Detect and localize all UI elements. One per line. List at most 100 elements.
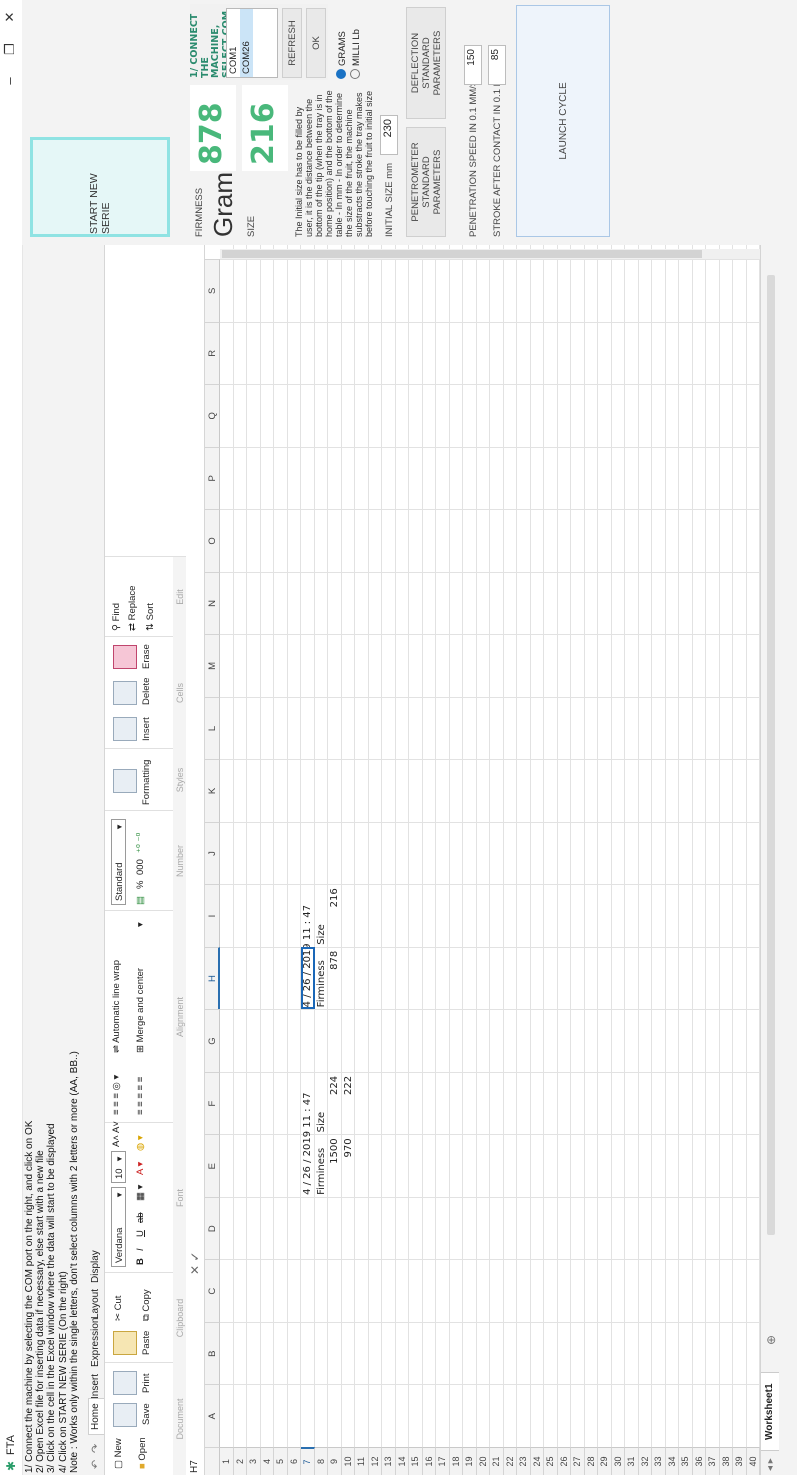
save-button[interactable]: Save [141, 1403, 152, 1425]
row-header[interactable]: 10 [341, 1447, 355, 1475]
merge-dropdown-icon[interactable]: ▾ [135, 922, 146, 927]
row-header[interactable]: 1 [220, 1447, 234, 1475]
cell-h8[interactable]: Firminess [315, 951, 329, 1007]
ok-button[interactable]: OK [306, 8, 326, 78]
column-header[interactable]: M [205, 634, 220, 697]
com-port-item[interactable]: COM1 [227, 9, 240, 77]
sheet-tab-worksheet1[interactable]: Worksheet1 [761, 1372, 779, 1451]
font-size-select[interactable]: 10 ▼ [111, 1151, 126, 1183]
currency-icon[interactable]: ▤ [135, 896, 146, 905]
deflection-button[interactable]: DEFLECTION STANDARD PARAMETERS [406, 7, 446, 119]
align-horizontal-icons[interactable]: ≡ ≡ ≡ ≡ ≡ [135, 1077, 146, 1115]
open-button[interactable]: ■ Open [137, 1437, 148, 1469]
print-button[interactable]: Print [141, 1373, 152, 1393]
cell-h9[interactable]: 878 [328, 951, 342, 1008]
row-header[interactable]: 17 [436, 1447, 450, 1475]
row-header[interactable]: 8 [314, 1447, 328, 1475]
row-header[interactable]: 12 [368, 1447, 382, 1475]
number-format-select[interactable]: Standard ▼ [111, 819, 126, 905]
sort-button[interactable]: ⇅ Sort [145, 603, 156, 631]
confirm-icon[interactable]: ✓ [188, 1252, 202, 1262]
cell-f10[interactable]: 222 [342, 1076, 356, 1133]
erase-button[interactable]: Erase [141, 644, 152, 669]
row-header[interactable]: 30 [611, 1447, 625, 1475]
row-header[interactable]: 37 [706, 1447, 720, 1475]
speed-input[interactable]: 150 [464, 45, 482, 85]
percent-button[interactable]: % [135, 881, 146, 889]
row-header[interactable]: 38 [719, 1447, 733, 1475]
bold-button[interactable]: B [135, 1258, 146, 1265]
row-header[interactable]: 2 [233, 1447, 247, 1475]
column-header[interactable]: G [205, 1009, 220, 1072]
cell-i8[interactable]: Size [315, 888, 329, 945]
delete-button[interactable]: Delete [141, 678, 152, 705]
column-header[interactable]: I [205, 884, 220, 947]
minimize-button[interactable]: – [2, 65, 20, 97]
tab-layout[interactable]: Layout [89, 1285, 102, 1323]
column-header[interactable]: R [205, 321, 220, 385]
cell-e9[interactable]: 1500 [328, 1138, 342, 1195]
cut-button[interactable]: ✂ Cut [113, 1296, 124, 1321]
cell-e10[interactable]: 970 [342, 1138, 356, 1195]
horizontal-scrollbar[interactable] [767, 275, 775, 1235]
refresh-button[interactable]: REFRESH [282, 8, 302, 78]
column-header[interactable]: C [205, 1259, 220, 1322]
row-header[interactable]: 7 [301, 1447, 315, 1475]
sheet-nav-icons[interactable]: ◂ ▸ [765, 1458, 776, 1471]
cell-e7[interactable]: 4 / 26 / 2019 11 : 47 [301, 1093, 315, 1195]
stroke-input[interactable]: 85 [488, 45, 506, 85]
column-header[interactable]: Q [205, 384, 220, 447]
merge-button[interactable]: ⊞ Merge and center [135, 968, 146, 1053]
align-top-icons[interactable]: ≡ ≡ ≡ ◎ ▾ [111, 1075, 122, 1115]
spreadsheet-grid[interactable]: A B C D E F G H I J K L M N O P Q R S 1 2 3 4 5 6 7 8 9 10 11 12 13 14 15… [205, 245, 760, 1475]
insert-button[interactable]: Insert [141, 717, 152, 741]
redo-icon[interactable]: ↷ [89, 1444, 102, 1453]
radio-grams[interactable]: GRAMS [336, 31, 348, 79]
row-header[interactable]: 25 [544, 1447, 558, 1475]
penetrometer-button[interactable]: PENETROMETER STANDARD PARAMETERS [406, 127, 446, 237]
italic-button[interactable]: I [135, 1248, 146, 1251]
new-button[interactable]: ▢ New [113, 1438, 124, 1469]
column-header[interactable]: J [205, 821, 220, 885]
row-header[interactable]: 3 [247, 1447, 261, 1475]
decimal-icons[interactable]: ⁺⁰ ⁻⁰ [135, 833, 146, 853]
cell-reference[interactable]: H7 [189, 1460, 200, 1473]
grow-font-icon[interactable]: A˄ A˅ [111, 1121, 122, 1147]
row-header[interactable]: 27 [571, 1447, 585, 1475]
row-header[interactable]: 15 [409, 1447, 423, 1475]
cancel-icon[interactable]: ✕ [188, 1265, 202, 1275]
row-header[interactable]: 32 [638, 1447, 652, 1475]
strike-button[interactable]: ab [135, 1212, 146, 1223]
column-header[interactable]: S [205, 259, 220, 322]
row-header[interactable]: 36 [692, 1447, 706, 1475]
row-header[interactable]: 23 [517, 1447, 531, 1475]
row-header[interactable]: 22 [503, 1447, 517, 1475]
font-family-select[interactable]: Verdana ▼ [111, 1187, 126, 1267]
row-header[interactable]: 39 [733, 1447, 747, 1475]
row-header[interactable]: 13 [382, 1447, 396, 1475]
row-header[interactable]: 40 [746, 1447, 760, 1475]
fill-color-icon[interactable]: ◍ ▾ [135, 1135, 146, 1151]
column-header[interactable]: O [205, 509, 220, 572]
close-button[interactable]: ✕ [2, 1, 20, 33]
row-header[interactable]: 11 [355, 1447, 369, 1475]
cell-f8[interactable]: Size [315, 1076, 329, 1133]
grid-corner[interactable] [205, 1447, 220, 1475]
wrap-button[interactable]: ⇌ Automatic line wrap [111, 960, 122, 1053]
row-header[interactable]: 24 [530, 1447, 544, 1475]
maximize-button[interactable]: ❐ [2, 33, 20, 65]
com-port-list[interactable]: COM1 COM26 [226, 8, 278, 78]
row-header[interactable]: 9 [328, 1447, 342, 1475]
row-header[interactable]: 18 [449, 1447, 463, 1475]
start-new-serie-button[interactable]: START NEW SERIE [30, 137, 170, 237]
column-header[interactable]: H [205, 946, 220, 1010]
column-header[interactable]: P [205, 446, 220, 510]
row-header[interactable]: 29 [598, 1447, 612, 1475]
find-button[interactable]: ⚲ Find [111, 603, 122, 631]
row-header[interactable]: 35 [679, 1447, 693, 1475]
radio-milli-lb[interactable]: MILLI Lb [350, 29, 362, 79]
row-header[interactable]: 21 [490, 1447, 504, 1475]
row-header[interactable]: 31 [625, 1447, 639, 1475]
column-header[interactable]: B [205, 1321, 220, 1385]
row-header[interactable]: 26 [557, 1447, 571, 1475]
